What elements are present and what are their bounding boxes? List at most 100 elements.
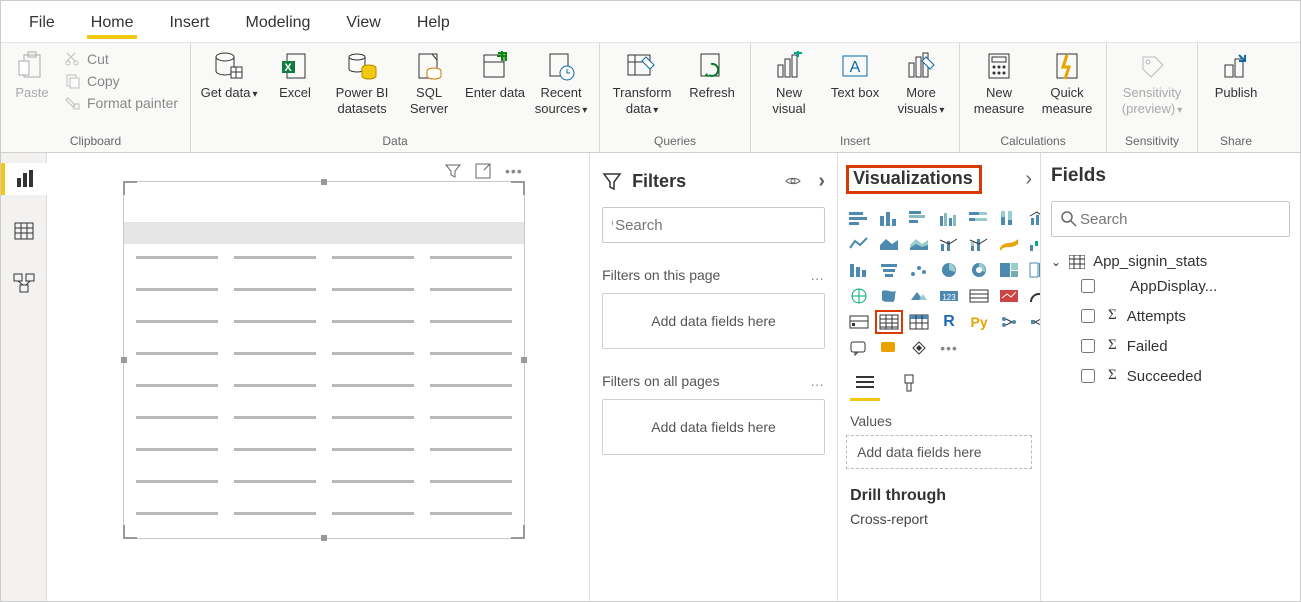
- field-succeeded[interactable]: ΣSucceeded: [1051, 360, 1290, 390]
- resize-handle-br[interactable]: [511, 525, 525, 539]
- sensitivity-button[interactable]: Sensitivity (preview)▾: [1113, 47, 1191, 119]
- filters-page-dropzone[interactable]: Add data fields here: [602, 293, 825, 349]
- filters-search-input[interactable]: [613, 216, 816, 235]
- menu-modeling[interactable]: Modeling: [227, 6, 328, 38]
- viz-matrix[interactable]: [906, 311, 932, 333]
- viz-stacked-column[interactable]: [876, 207, 902, 229]
- filters-all-dropzone[interactable]: Add data fields here: [602, 399, 825, 455]
- viz-r[interactable]: R: [936, 311, 962, 333]
- cut-button[interactable]: Cut: [59, 49, 184, 69]
- menu-view[interactable]: View: [328, 6, 398, 38]
- viz-stacked-area[interactable]: [906, 233, 932, 255]
- menu-insert[interactable]: Insert: [151, 6, 227, 38]
- field-attempts-checkbox[interactable]: [1081, 309, 1095, 323]
- viz-tab-fields[interactable]: [850, 371, 880, 395]
- filters-search[interactable]: [602, 207, 825, 243]
- field-appdisplay[interactable]: AppDisplay...: [1051, 270, 1290, 300]
- paste-button[interactable]: Paste: [7, 47, 57, 103]
- filter-icon[interactable]: [445, 163, 461, 179]
- resize-handle-b[interactable]: [321, 535, 327, 541]
- viz-stacked-bar[interactable]: [846, 207, 872, 229]
- excel-button[interactable]: XExcel: [263, 47, 327, 103]
- viz-table[interactable]: [876, 311, 902, 333]
- fields-search[interactable]: [1051, 201, 1290, 237]
- field-table-header[interactable]: ⌄ App_signin_stats: [1051, 253, 1290, 270]
- menu-file[interactable]: File: [11, 6, 73, 38]
- viz-key-influencers[interactable]: [996, 311, 1022, 333]
- viz-column-line[interactable]: [1026, 207, 1040, 229]
- viz-filled-map[interactable]: [876, 285, 902, 307]
- quick-measure-button[interactable]: Quick measure: [1034, 47, 1100, 118]
- more-visuals-button[interactable]: More visuals▾: [889, 47, 953, 119]
- refresh-button[interactable]: Refresh: [680, 47, 744, 103]
- viz-card[interactable]: 123: [936, 285, 962, 307]
- field-succeeded-checkbox[interactable]: [1081, 369, 1095, 383]
- transform-data-button[interactable]: Transform data▾: [606, 47, 678, 119]
- menu-help[interactable]: Help: [399, 6, 468, 38]
- fields-search-input[interactable]: [1078, 210, 1281, 229]
- publish-button[interactable]: Publish: [1204, 47, 1268, 103]
- viz-clustered-column[interactable]: [936, 207, 962, 229]
- new-measure-button[interactable]: New measure: [966, 47, 1032, 118]
- nav-model[interactable]: [1, 267, 47, 299]
- viz-qa[interactable]: [846, 337, 872, 359]
- pbi-datasets-button[interactable]: Power BI datasets: [329, 47, 395, 118]
- viz-funnel-hz[interactable]: [846, 259, 872, 281]
- viz-map[interactable]: [846, 285, 872, 307]
- viz-donut[interactable]: [966, 259, 992, 281]
- viz-azure-map[interactable]: [906, 285, 932, 307]
- show-filters-icon[interactable]: [784, 174, 802, 188]
- viz-python[interactable]: Py: [966, 311, 992, 333]
- viz-kpi[interactable]: [996, 285, 1022, 307]
- resize-handle-t[interactable]: [321, 179, 327, 185]
- visual-more-icon[interactable]: •••: [505, 163, 523, 179]
- format-painter-button[interactable]: Format painter: [59, 93, 184, 113]
- viz-ribbon[interactable]: [996, 233, 1022, 255]
- viz-100-column[interactable]: [996, 207, 1022, 229]
- collapse-viz-icon[interactable]: ›: [1025, 168, 1032, 191]
- filters-all-more-icon[interactable]: …: [810, 373, 825, 389]
- text-box-button[interactable]: AText box: [823, 47, 887, 103]
- field-appdisplay-checkbox[interactable]: [1081, 279, 1095, 293]
- recent-sources-button[interactable]: Recent sources▾: [529, 47, 593, 119]
- viz-narrative[interactable]: [876, 337, 902, 359]
- enter-data-button[interactable]: Enter data: [463, 47, 527, 103]
- viz-area[interactable]: [876, 233, 902, 255]
- resize-handle-r[interactable]: [521, 357, 527, 363]
- field-failed-checkbox[interactable]: [1081, 339, 1095, 353]
- resize-handle-l[interactable]: [121, 357, 127, 363]
- viz-pie[interactable]: [936, 259, 962, 281]
- viz-slicer[interactable]: [846, 311, 872, 333]
- collapse-filters-icon[interactable]: ›: [818, 174, 825, 188]
- viz-waterfall[interactable]: [1026, 233, 1040, 255]
- viz-arcgis[interactable]: [906, 337, 932, 359]
- viz-scatter[interactable]: [906, 259, 932, 281]
- viz-clustered-bar[interactable]: [906, 207, 932, 229]
- resize-handle-tl[interactable]: [123, 181, 137, 195]
- viz-line-stacked[interactable]: [966, 233, 992, 255]
- viz-treemap[interactable]: [996, 259, 1022, 281]
- new-visual-button[interactable]: New visual: [757, 47, 821, 118]
- viz-decomposition[interactable]: [1026, 311, 1040, 333]
- viz-100-bar[interactable]: [966, 207, 992, 229]
- report-canvas[interactable]: •••: [47, 153, 589, 601]
- nav-data[interactable]: [1, 215, 47, 247]
- field-failed[interactable]: ΣFailed: [1051, 330, 1290, 360]
- field-attempts[interactable]: ΣAttempts: [1051, 300, 1290, 330]
- viz-map-combo[interactable]: [1026, 259, 1040, 281]
- resize-handle-bl[interactable]: [123, 525, 137, 539]
- viz-line-clustered[interactable]: [936, 233, 962, 255]
- filters-page-more-icon[interactable]: …: [810, 267, 825, 283]
- visual-placeholder[interactable]: [123, 181, 525, 539]
- viz-funnel[interactable]: [876, 259, 902, 281]
- get-data-button[interactable]: Get data▾: [197, 47, 261, 103]
- nav-report[interactable]: [1, 163, 47, 195]
- resize-handle-tr[interactable]: [511, 181, 525, 195]
- sql-server-button[interactable]: SQL Server: [397, 47, 461, 118]
- menu-home[interactable]: Home: [73, 6, 152, 38]
- viz-tab-format[interactable]: [894, 371, 924, 395]
- viz-multi-card[interactable]: [966, 285, 992, 307]
- viz-line[interactable]: [846, 233, 872, 255]
- viz-gauge[interactable]: [1026, 285, 1040, 307]
- copy-button[interactable]: Copy: [59, 71, 184, 91]
